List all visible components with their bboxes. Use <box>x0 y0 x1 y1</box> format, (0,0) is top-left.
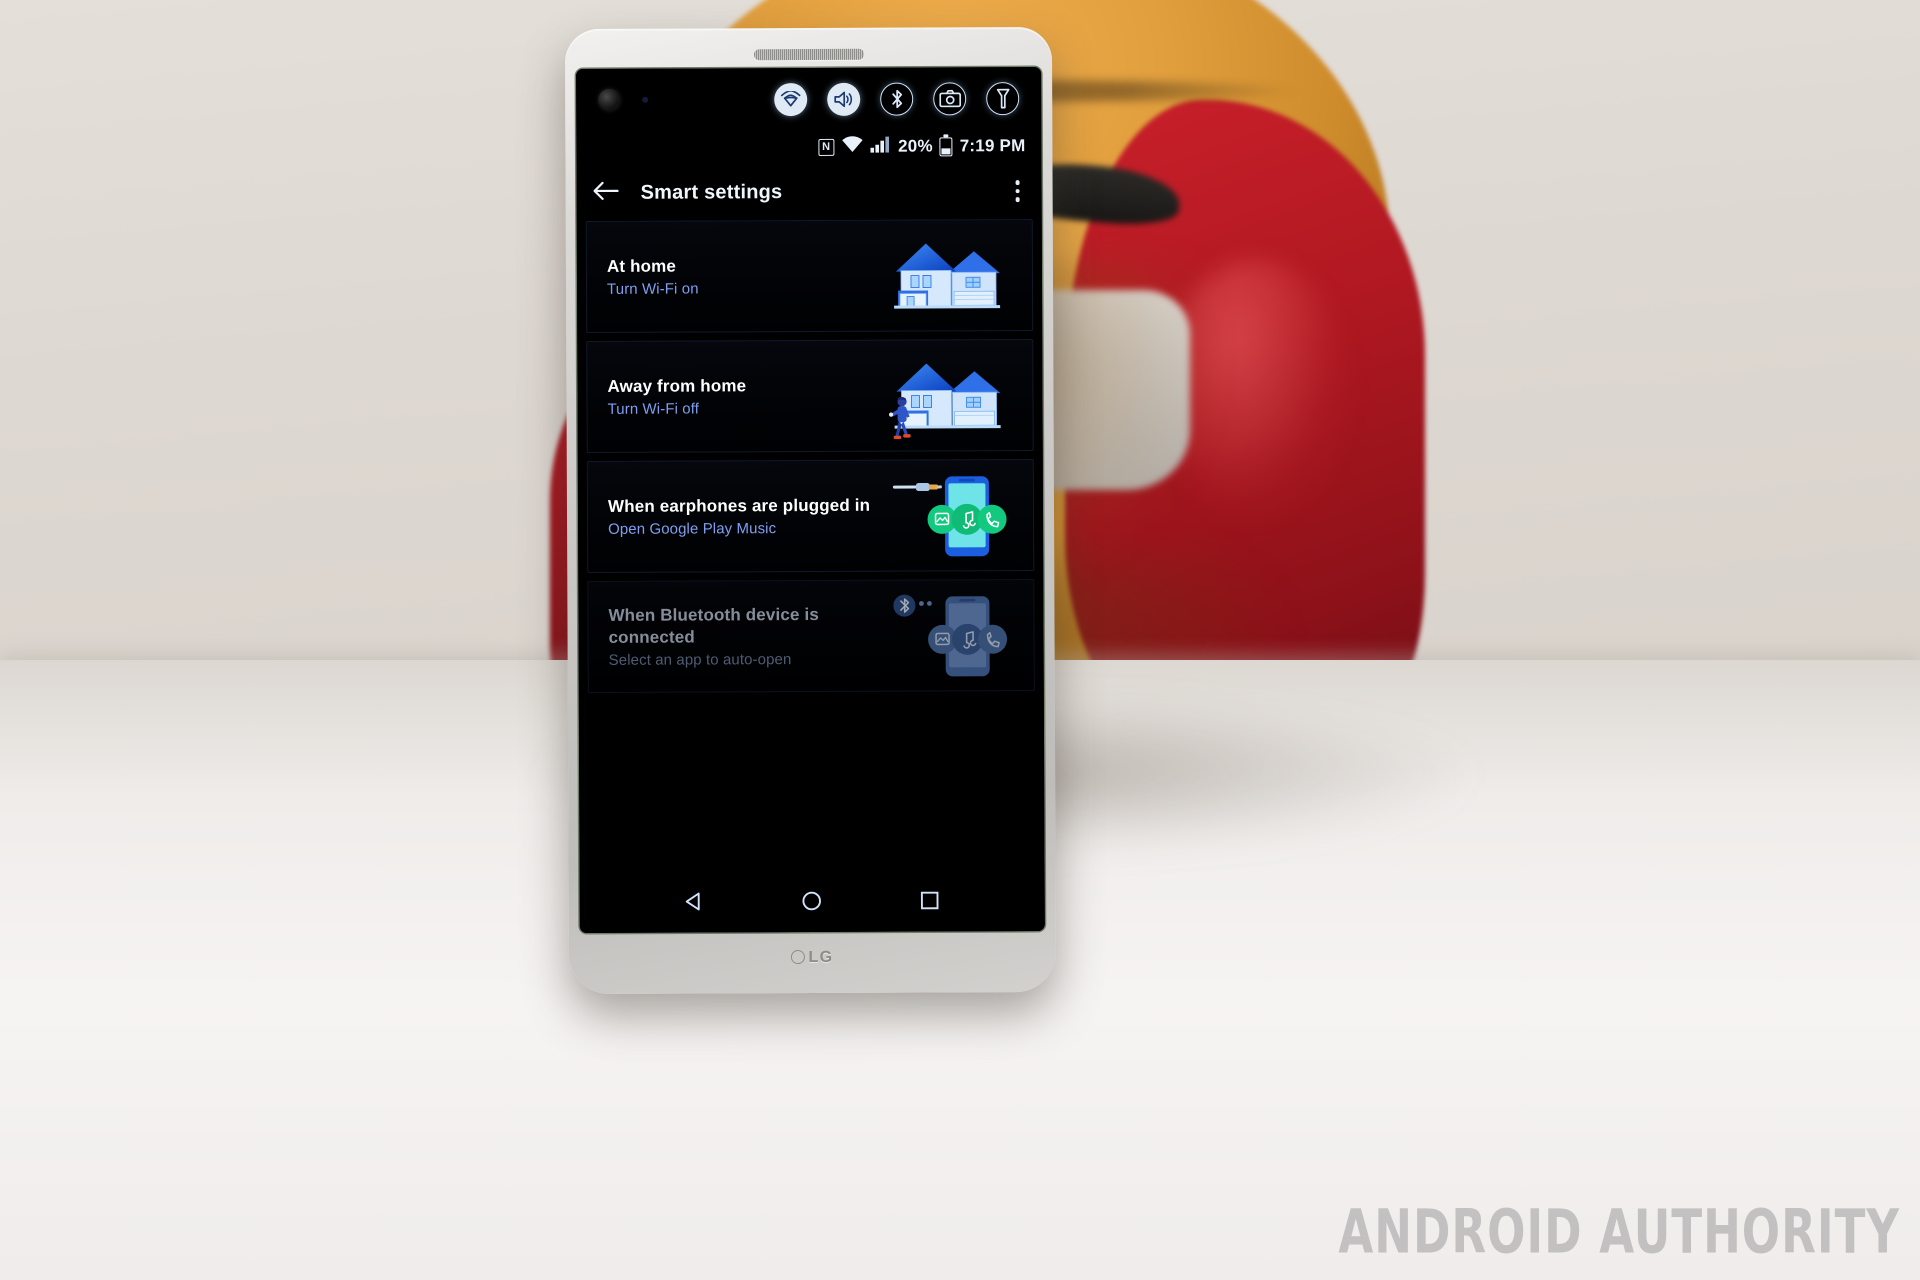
flashlight-toggle-button[interactable] <box>986 81 1020 115</box>
card-title: When earphones are plugged in <box>607 495 871 516</box>
clock-label: 7:19 PM <box>959 136 1026 156</box>
second-screen-toggles <box>774 81 1020 116</box>
card-title: Away from home <box>607 376 747 396</box>
nav-home-button[interactable] <box>784 879 840 923</box>
card-artwork <box>888 349 1012 442</box>
signal-bars-icon <box>870 136 891 158</box>
lg-logo-mark <box>791 950 806 965</box>
nav-recents-button[interactable] <box>902 878 958 922</box>
front-camera-lens-icon <box>598 88 621 111</box>
card-title: When Bluetooth device is connected <box>608 604 819 647</box>
wifi-status-icon <box>841 136 863 158</box>
second-screen-strip <box>576 66 1042 132</box>
back-arrow-icon[interactable] <box>593 180 619 205</box>
phone-screen: N 20% 7:19 PM Smart settings At home Tur… <box>576 66 1045 934</box>
list-item[interactable]: When earphones are plugged in Open Googl… <box>586 459 1035 573</box>
card-subtitle: Select an app to auto-open <box>608 651 792 670</box>
camera-shortcut-button[interactable] <box>933 81 967 115</box>
app-bar: Smart settings <box>576 162 1042 222</box>
navigation-bar <box>579 868 1045 934</box>
card-subtitle: Turn Wi-Fi off <box>607 400 700 419</box>
smart-settings-list: At home Turn Wi-Fi on Away from home Tur… <box>576 218 1045 872</box>
card-subtitle: Open Google Play Music <box>608 520 777 539</box>
card-text: When earphones are plugged in Open Googl… <box>607 494 891 539</box>
list-item[interactable]: When Bluetooth device is connected Selec… <box>587 579 1035 693</box>
phone-bluetooth-apps-icon <box>891 589 1008 686</box>
bluetooth-toggle-button[interactable] <box>880 82 914 116</box>
battery-icon <box>939 136 953 156</box>
overflow-dot <box>1015 180 1020 185</box>
wifi-toggle-button[interactable] <box>774 82 808 116</box>
sound-toggle-button[interactable] <box>827 82 861 116</box>
card-title: At home <box>606 256 677 276</box>
house-icon <box>892 237 1010 314</box>
watermark: ANDROID AUTHORITY <box>1338 1197 1900 1268</box>
card-artwork <box>891 469 1013 562</box>
lg-logo-text: LG <box>808 948 834 967</box>
battery-percent-label: 20% <box>898 136 933 156</box>
card-subtitle: Turn Wi-Fi on <box>606 280 699 299</box>
card-artwork <box>891 589 1013 682</box>
phone-device: N 20% 7:19 PM Smart settings At home Tur… <box>564 26 1057 995</box>
overflow-menu-icon[interactable] <box>1009 174 1026 208</box>
lg-logo: LG <box>569 948 1056 968</box>
list-item[interactable]: Away from home Turn Wi-Fi off <box>586 339 1034 453</box>
card-text: When Bluetooth device is connected Selec… <box>608 603 891 670</box>
overflow-dot <box>1015 197 1020 202</box>
page-title: Smart settings <box>640 180 783 204</box>
photo-scene: N 20% 7:19 PM Smart settings At home Tur… <box>0 0 1920 1280</box>
overflow-dot <box>1015 188 1020 194</box>
card-text: At home Turn Wi-Fi on <box>607 254 890 298</box>
nfc-icon: N <box>818 138 835 156</box>
status-bar: N 20% 7:19 PM <box>576 128 1042 166</box>
nav-back-button[interactable] <box>666 879 722 923</box>
list-item[interactable]: At home Turn Wi-Fi on <box>585 219 1034 333</box>
ir-sensor-icon <box>642 96 649 103</box>
phone-earphone-apps-icon <box>891 469 1007 566</box>
card-text: Away from home Turn Wi-Fi off <box>607 374 890 418</box>
walking-person-icon <box>886 396 916 448</box>
card-artwork <box>890 229 1012 322</box>
earpiece-grille <box>753 48 864 61</box>
